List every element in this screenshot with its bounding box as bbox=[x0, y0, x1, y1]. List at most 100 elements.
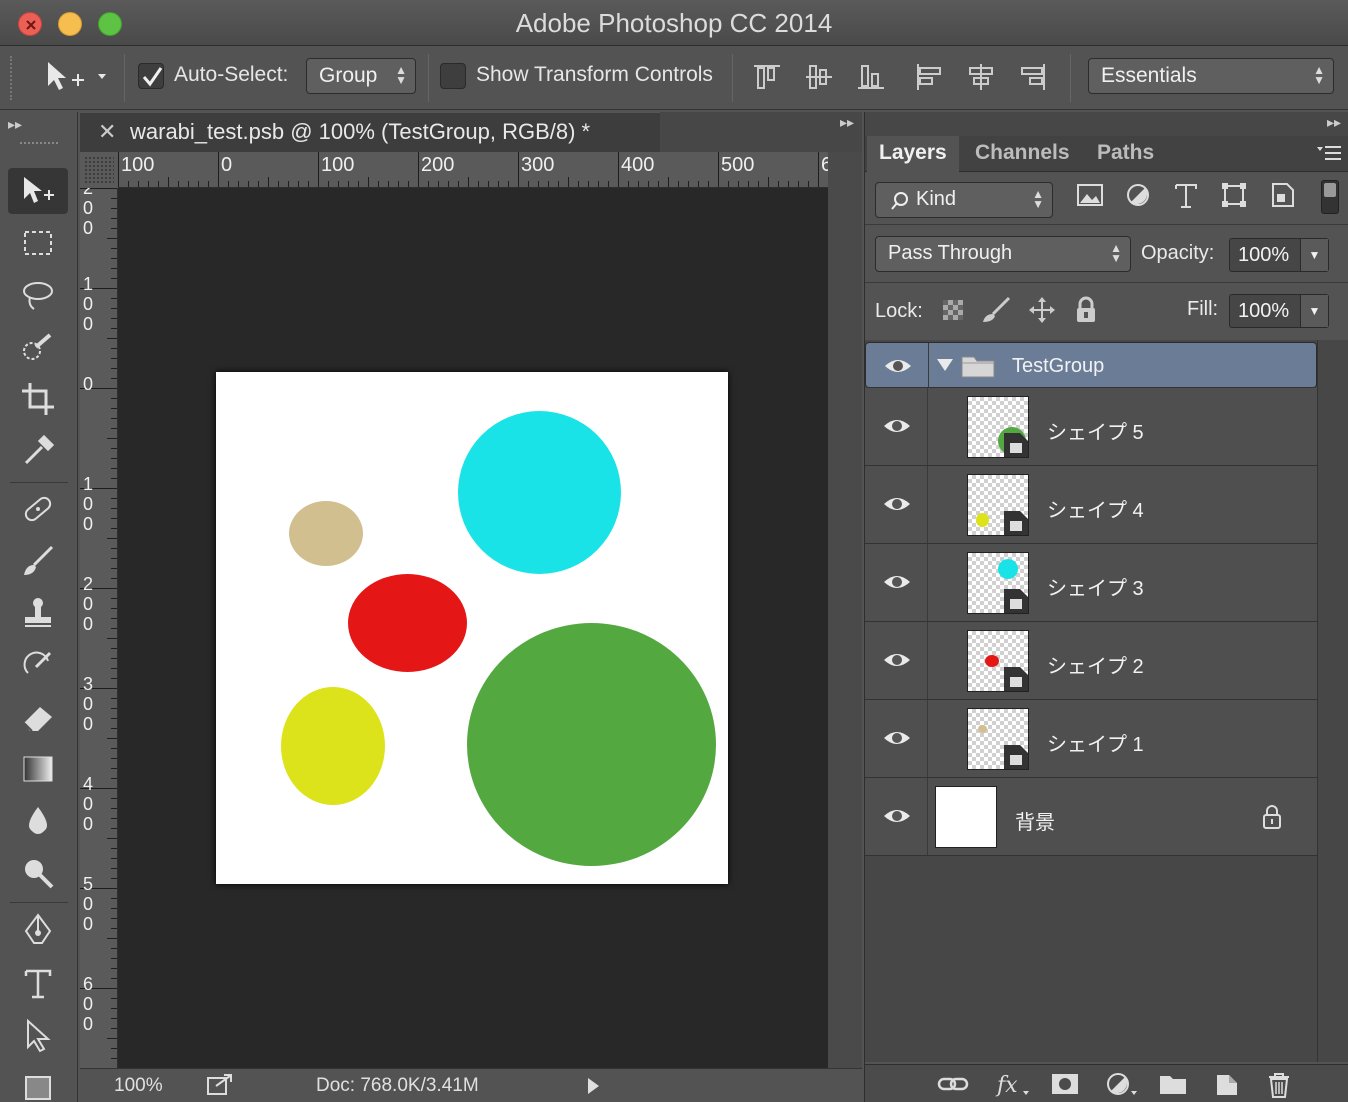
background-layer-row[interactable]: 背景 bbox=[865, 778, 1317, 856]
path-selection-tool[interactable] bbox=[8, 1012, 68, 1058]
fill-dropdown-arrow[interactable]: ▼ bbox=[1300, 295, 1328, 327]
move-tool[interactable] bbox=[8, 168, 68, 214]
filter-shape-layers-button[interactable] bbox=[1217, 178, 1251, 212]
crop-tool[interactable] bbox=[8, 376, 68, 422]
vertical-ruler[interactable]: 2 0 0 1 0 0 0 1 0 0 2 0 0 3 0 0 4 0 0 5 0 0 6 0 … bbox=[80, 188, 118, 1068]
stamp-icon bbox=[25, 598, 51, 627]
align-right-edges-button[interactable] bbox=[1016, 60, 1050, 94]
spot-healing-brush-tool[interactable] bbox=[8, 486, 68, 532]
v-ruler-label: 3 0 0 bbox=[83, 674, 94, 734]
lock-position-button[interactable] bbox=[1027, 296, 1057, 324]
eye-icon[interactable] bbox=[881, 800, 913, 832]
align-left-edges-button[interactable] bbox=[912, 60, 946, 94]
lasso-tool[interactable] bbox=[8, 272, 68, 318]
new-group-button[interactable] bbox=[1157, 1069, 1189, 1099]
filter-smart-objects-button[interactable] bbox=[1265, 178, 1299, 212]
collapse-dock-icon[interactable]: ▸▸ bbox=[1327, 114, 1341, 131]
cyan-circle-shape[interactable] bbox=[458, 411, 621, 574]
red-ellipse-shape[interactable] bbox=[348, 574, 467, 672]
tab-paths[interactable]: Paths bbox=[1085, 136, 1166, 172]
options-grip[interactable] bbox=[10, 56, 14, 100]
add-mask-button[interactable] bbox=[1049, 1069, 1081, 1099]
eye-icon[interactable] bbox=[881, 566, 913, 598]
zoom-level[interactable]: 100% bbox=[114, 1075, 163, 1097]
dodge-tool[interactable] bbox=[8, 850, 68, 896]
filter-toggle-switch[interactable] bbox=[1321, 180, 1339, 214]
layer-row[interactable]: シェイプ 1 bbox=[865, 700, 1317, 778]
lock-all-button[interactable] bbox=[1073, 296, 1099, 324]
marquee-tool[interactable] bbox=[8, 220, 68, 266]
eye-icon[interactable] bbox=[882, 350, 914, 382]
blur-tool[interactable] bbox=[8, 798, 68, 844]
layer-name: シェイプ 2 bbox=[1047, 656, 1144, 678]
opacity-dropdown-arrow[interactable]: ▼ bbox=[1300, 239, 1328, 271]
yellow-ellipse-shape[interactable] bbox=[281, 687, 385, 805]
filter-type-layers-button[interactable] bbox=[1169, 178, 1203, 212]
smart-object-badge-icon bbox=[1004, 511, 1028, 535]
clone-stamp-tool[interactable] bbox=[8, 590, 68, 636]
new-adjustment-layer-button[interactable] bbox=[1103, 1069, 1137, 1099]
align-bottom-edges-button[interactable] bbox=[854, 60, 888, 94]
layer-row[interactable]: シェイプ 3 bbox=[865, 544, 1317, 622]
move-tool-icon bbox=[24, 177, 54, 203]
document-tab[interactable]: ✕ warabi_test.psb @ 100% (TestGroup, RGB… bbox=[80, 112, 660, 152]
tan-ellipse-shape[interactable] bbox=[289, 501, 363, 566]
link-layers-button[interactable] bbox=[937, 1069, 969, 1099]
tab-channels[interactable]: Channels bbox=[963, 136, 1082, 172]
toolbox-grip[interactable] bbox=[20, 142, 58, 148]
filter-pixel-layers-button[interactable] bbox=[1073, 178, 1107, 212]
lock-transparent-pixels-button[interactable] bbox=[941, 298, 965, 322]
vertical-scrollbar[interactable] bbox=[828, 152, 862, 1068]
eye-icon[interactable] bbox=[881, 644, 913, 676]
show-transform-controls-checkbox[interactable] bbox=[440, 63, 466, 89]
align-top-edges-button[interactable] bbox=[750, 60, 784, 94]
close-document-icon[interactable]: ✕ bbox=[98, 119, 116, 145]
align-vertical-centers-button[interactable] bbox=[802, 60, 836, 94]
eye-icon[interactable] bbox=[881, 488, 913, 520]
gradient-tool[interactable] bbox=[8, 746, 68, 792]
layer-row[interactable]: シェイプ 5 bbox=[865, 388, 1317, 466]
layer-row[interactable]: シェイプ 2 bbox=[865, 622, 1317, 700]
filter-kind-dropdown[interactable]: Kind ▲ ▼ bbox=[875, 182, 1053, 218]
brush-tool[interactable] bbox=[8, 538, 68, 584]
new-layer-button[interactable] bbox=[1211, 1069, 1243, 1099]
panel-menu-icon[interactable] bbox=[1315, 144, 1343, 167]
canvas-area[interactable] bbox=[118, 188, 828, 1068]
v-ruler-label: 5 0 0 bbox=[83, 874, 94, 934]
rectangle-shape-tool[interactable] bbox=[8, 1064, 68, 1102]
auto-select-mode-dropdown[interactable]: Group ▲ ▼ bbox=[306, 58, 416, 94]
window-title: Adobe Photoshop CC 2014 bbox=[515, 8, 833, 38]
fill-field[interactable]: 100% ▼ bbox=[1229, 294, 1329, 328]
auto-select-checkbox[interactable] bbox=[138, 63, 164, 89]
add-layer-style-button[interactable]: fx bbox=[995, 1069, 1029, 1099]
history-brush-tool[interactable] bbox=[8, 642, 68, 688]
eraser-tool[interactable] bbox=[8, 694, 68, 740]
eye-icon[interactable] bbox=[881, 722, 913, 754]
document-canvas[interactable] bbox=[216, 372, 728, 884]
quick-selection-tool[interactable] bbox=[8, 324, 68, 370]
lock-image-pixels-button[interactable] bbox=[981, 296, 1011, 324]
expand-panels-icon[interactable]: ▸▸ bbox=[840, 114, 854, 131]
blend-mode-dropdown[interactable]: Pass Through ▲ ▼ bbox=[875, 236, 1131, 272]
layer-row[interactable]: シェイプ 4 bbox=[865, 466, 1317, 544]
green-circle-shape[interactable] bbox=[467, 623, 716, 866]
status-menu-arrow[interactable] bbox=[586, 1077, 600, 1101]
horizontal-ruler[interactable]: 100 0 100 200 300 400 500 6 bbox=[118, 152, 828, 188]
align-horizontal-centers-button[interactable] bbox=[964, 60, 998, 94]
filter-adjustment-layers-button[interactable] bbox=[1121, 178, 1155, 212]
eye-icon[interactable] bbox=[881, 410, 913, 442]
delete-layer-button[interactable] bbox=[1263, 1069, 1295, 1099]
workspace-dropdown[interactable]: Essentials ▲ ▼ bbox=[1088, 58, 1334, 94]
collapse-panel-icon[interactable]: ▸▸ bbox=[8, 116, 22, 133]
layer-group-row[interactable]: TestGroup bbox=[865, 342, 1317, 388]
tool-preset-picker[interactable] bbox=[42, 58, 118, 98]
eyedropper-tool[interactable] bbox=[8, 428, 68, 474]
share-icon[interactable] bbox=[206, 1072, 234, 1102]
expand-triangle-icon[interactable] bbox=[936, 357, 954, 373]
tab-layers[interactable]: Layers bbox=[867, 136, 959, 172]
ruler-origin[interactable] bbox=[80, 152, 118, 188]
opacity-field[interactable]: 100% ▼ bbox=[1229, 238, 1329, 272]
type-tool[interactable] bbox=[8, 960, 68, 1006]
layers-scrollbar[interactable] bbox=[1317, 340, 1348, 1062]
pen-tool[interactable] bbox=[8, 908, 68, 954]
